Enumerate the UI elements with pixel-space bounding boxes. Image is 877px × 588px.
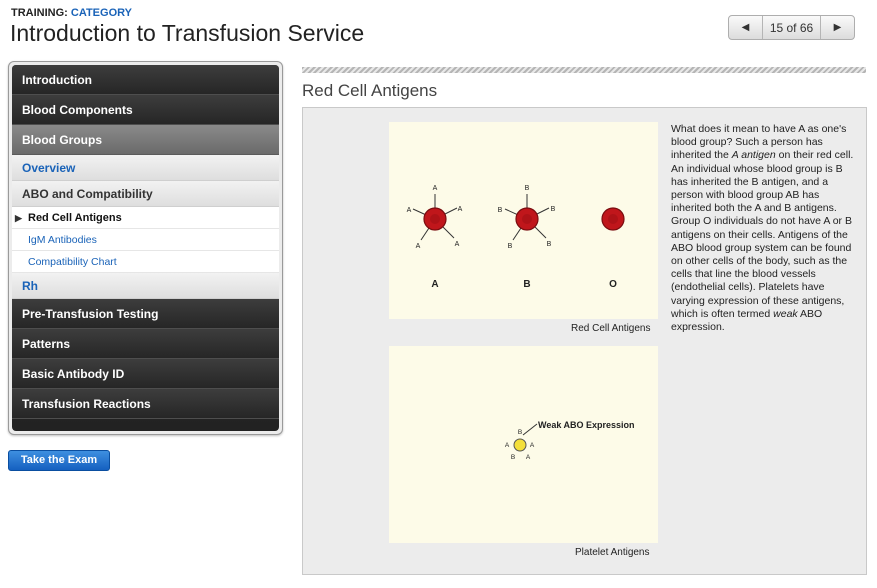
sidebar-item-blood-groups[interactable]: Blood Groups — [12, 125, 279, 155]
platelet-antigen-a: A — [530, 442, 535, 449]
sidebar-subitem-rh[interactable]: Rh — [12, 273, 279, 299]
figure-caption-red-cell: Red Cell Antigens — [571, 323, 651, 334]
header-divider — [302, 67, 866, 73]
body-text: What does it mean to have A as one's blo… — [671, 123, 854, 334]
group-label-o: O — [609, 279, 617, 290]
breadcrumb: TRAINING: CATEGORY — [11, 7, 132, 19]
red-cell-antigens-illustration: A A A A A B B B B B A B O — [407, 185, 625, 290]
breadcrumb-prefix: TRAINING: — [11, 7, 68, 19]
antigen-label-b: B — [551, 206, 556, 213]
red-cell-antigens-figure: A A A A A B B B B B A B O — [389, 122, 658, 319]
platelet-antigens-illustration: B A A B A Weak ABO Expression — [505, 420, 635, 461]
breadcrumb-category-link[interactable]: CATEGORY — [71, 7, 132, 19]
platelet-cell — [513, 438, 527, 452]
antigen-label-b: B — [498, 207, 503, 214]
platelet-antigen-b: B — [518, 429, 522, 436]
sidebar-subitem-overview[interactable]: Overview — [12, 155, 279, 181]
sidebar-subitem-red-cell-antigens[interactable]: ▶ Red Cell Antigens — [12, 207, 279, 229]
triangle-left-icon: ◀ — [741, 22, 750, 33]
sidebar: Introduction Blood Components Blood Grou… — [8, 61, 283, 435]
platelet-antigen-a: A — [505, 442, 510, 449]
weak-abo-annotation: Weak ABO Expression — [538, 420, 635, 430]
current-page-arrow-icon: ▶ — [15, 213, 22, 223]
antigen-label-a: A — [416, 243, 421, 250]
antigen-label-a: A — [433, 185, 438, 192]
antigen-label-b: B — [525, 185, 530, 192]
take-exam-button[interactable]: Take the Exam — [8, 450, 110, 471]
platelet-antigen-a: A — [526, 454, 531, 461]
sidebar-item-pre-transfusion-testing[interactable]: Pre-Transfusion Testing — [12, 299, 279, 329]
sidebar-item-blood-components[interactable]: Blood Components — [12, 95, 279, 125]
content-panel: AAA AA BBB BB A B O Red Cell Antigens B … — [302, 107, 867, 575]
page-title: Introduction to Transfusion Service — [10, 20, 365, 46]
sidebar-item-introduction[interactable]: Introduction — [12, 65, 279, 95]
pager: ◀ 15 of 66 ▶ — [728, 15, 855, 40]
section-title: Red Cell Antigens — [302, 81, 438, 100]
sidebar-item-patterns[interactable]: Patterns — [12, 329, 279, 359]
antigen-label-b: B — [508, 243, 513, 250]
antigen-label-b: B — [547, 241, 552, 248]
sidebar-item-basic-antibody-id[interactable]: Basic Antibody ID — [12, 359, 279, 389]
figure-caption-platelet: Platelet Antigens — [575, 547, 650, 558]
sidebar-subitem-abo[interactable]: ABO and Compatibility — [12, 181, 279, 207]
next-page-button[interactable]: ▶ — [820, 16, 854, 39]
group-label-a: A — [431, 279, 438, 290]
antigen-label-a: A — [407, 207, 412, 214]
prev-page-button[interactable]: ◀ — [729, 16, 763, 39]
page-counter: 15 of 66 — [769, 20, 814, 35]
sidebar-subitem-label: Red Cell Antigens — [28, 212, 122, 224]
antigen-label-a: A — [455, 241, 460, 248]
antigen-label-a: A — [458, 206, 463, 213]
sidebar-nav: Introduction Blood Components Blood Grou… — [12, 65, 279, 431]
platelet-antigens-figure: B A A B A Weak ABO Expression — [389, 346, 658, 543]
triangle-right-icon: ▶ — [833, 22, 842, 33]
sidebar-item-transfusion-reactions[interactable]: Transfusion Reactions — [12, 389, 279, 419]
platelet-antigen-b: B — [511, 454, 515, 461]
sidebar-subitem-compatibility-chart[interactable]: Compatibility Chart — [12, 251, 279, 273]
group-label-b: B — [523, 279, 530, 290]
sidebar-subitem-igm-antibodies[interactable]: IgM Antibodies — [12, 229, 279, 251]
